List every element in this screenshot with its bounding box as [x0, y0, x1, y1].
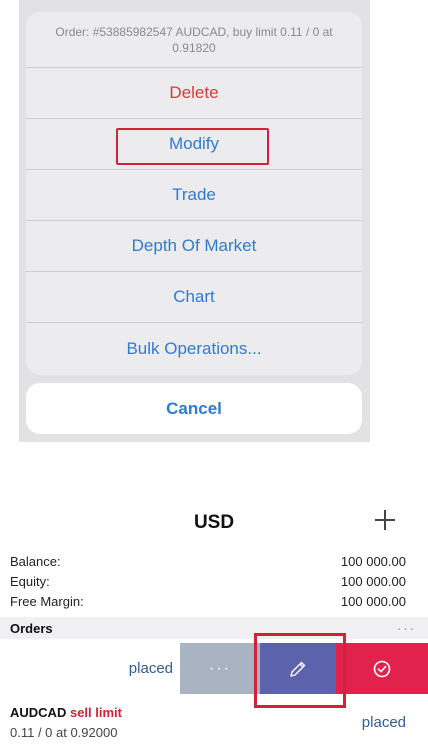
free-margin-row: Free Margin: 100 000.00 [10, 591, 406, 611]
order-header-text: Order: #53885982547 AUDCAD, buy limit 0.… [26, 12, 362, 68]
more-action-button[interactable]: ··· [180, 643, 260, 694]
order-symbol-line[interactable]: AUDCAD sell limit [10, 705, 122, 720]
confirm-action-button[interactable] [336, 643, 428, 694]
plus-icon[interactable] [373, 508, 397, 532]
currency-title: USD [193, 512, 235, 533]
free-margin-label: Free Margin: [10, 593, 84, 609]
orders-title: Orders [10, 620, 53, 636]
orders-section-header: Orders ··· [0, 617, 428, 639]
order-status: placed [361, 714, 406, 731]
swiped-order-status: placed [128, 660, 173, 677]
bulk-operations-button[interactable]: Bulk Operations... [26, 323, 362, 374]
more-icon: ··· [209, 659, 231, 677]
check-circle-icon [373, 660, 391, 677]
edit-action-button[interactable] [260, 643, 336, 694]
cancel-button[interactable]: Cancel [26, 383, 362, 434]
order-detail: 0.11 / 0 at 0.92000 [10, 725, 118, 740]
depth-of-market-button[interactable]: Depth Of Market [26, 221, 362, 272]
order-swipe-row: placed ··· [0, 643, 428, 694]
order-symbol: AUDCAD [10, 705, 67, 720]
orders-more-icon[interactable]: ··· [397, 621, 416, 636]
equity-value: 100 000.00 [340, 573, 406, 589]
balance-row: Balance: 100 000.00 [10, 551, 406, 571]
action-sheet: Order: #53885982547 AUDCAD, buy limit 0.… [19, 0, 370, 442]
equity-label: Equity: [10, 573, 50, 589]
equity-row: Equity: 100 000.00 [10, 571, 406, 591]
modify-button[interactable]: Modify [26, 119, 362, 170]
action-sheet-menu: Order: #53885982547 AUDCAD, buy limit 0.… [26, 12, 362, 375]
trade-button[interactable]: Trade [26, 170, 362, 221]
pencil-icon [290, 661, 306, 677]
modify-label: Modify [168, 134, 220, 153]
balance-value: 100 000.00 [340, 553, 406, 569]
chart-button[interactable]: Chart [26, 272, 362, 323]
delete-button[interactable]: Delete [26, 68, 362, 119]
order-type: sell limit [69, 705, 122, 720]
balance-label: Balance: [10, 553, 61, 569]
free-margin-value: 100 000.00 [340, 593, 406, 609]
